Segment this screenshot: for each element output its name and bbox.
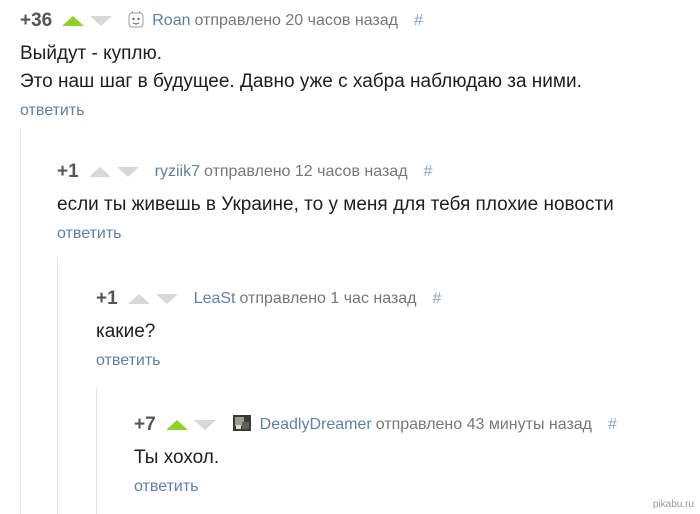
- comment-timestamp: отправлено 12 часов назад: [204, 163, 408, 180]
- comment-author[interactable]: Roan: [152, 12, 190, 30]
- comment-score: +36: [20, 10, 53, 31]
- downvote-arrow-icon[interactable]: [193, 420, 216, 430]
- comment-header: +7 DeadlyDreamer отправлено 43 минуты на…: [134, 412, 617, 438]
- downvote-arrow-icon[interactable]: [116, 167, 139, 177]
- comment-body: какие?: [96, 318, 441, 346]
- comment-score: +7: [134, 414, 156, 435]
- comment-score: +1: [57, 161, 79, 182]
- thread-line: [57, 258, 58, 514]
- comment-score: +1: [96, 288, 118, 309]
- comment-header: +1 ryziik7 отправлено 12 часов назад #: [57, 159, 614, 185]
- downvote-arrow-icon[interactable]: [155, 294, 178, 304]
- comment: +1 LeaSt отправлено 1 час назад # какие?…: [96, 286, 441, 370]
- comment-timestamp: отправлено 1 час назад: [239, 290, 417, 307]
- comment-author[interactable]: ryziik7: [155, 163, 200, 181]
- comment: +36 Roan отправлено 20 часов назад # Вый…: [20, 8, 582, 120]
- avatar: [232, 414, 252, 437]
- comment-header: +1 LeaSt отправлено 1 час назад #: [96, 286, 441, 312]
- comment-timestamp: отправлено 20 часов назад: [194, 12, 398, 29]
- watermark: pikabu.ru: [652, 499, 694, 510]
- comment-permalink[interactable]: #: [424, 163, 433, 181]
- thread-line: [20, 128, 21, 514]
- comment: +7 DeadlyDreamer отправлено 43 минуты на…: [134, 412, 617, 496]
- upvote-arrow-icon[interactable]: [127, 294, 150, 304]
- reply-link[interactable]: ответить: [96, 352, 441, 370]
- comment-author[interactable]: DeadlyDreamer: [260, 416, 372, 434]
- comment-text-line: какие?: [96, 321, 156, 342]
- thread-line: [96, 388, 97, 514]
- upvote-arrow-icon[interactable]: [165, 420, 188, 430]
- comment-text-line: если ты живешь в Украине, то у меня для …: [57, 194, 614, 215]
- comment-permalink[interactable]: #: [608, 416, 617, 434]
- comment-permalink[interactable]: #: [433, 290, 442, 308]
- comment-text-line: Это наш шаг в будущее. Давно уже с хабра…: [20, 71, 582, 92]
- comment-author[interactable]: LeaSt: [194, 290, 236, 308]
- comment-text-line: Ты хохол.: [134, 447, 220, 468]
- comment-body: Выйдут - куплю. Это наш шаг в будущее. Д…: [20, 40, 582, 96]
- reply-link[interactable]: ответить: [57, 225, 614, 243]
- comment-text-line: Выйдут - куплю.: [20, 43, 163, 64]
- comment-body: Ты хохол.: [134, 444, 617, 472]
- reply-link[interactable]: ответить: [20, 102, 582, 120]
- comment-header: +36 Roan отправлено 20 часов назад #: [20, 8, 582, 34]
- avatar: [128, 10, 144, 33]
- downvote-arrow-icon[interactable]: [90, 16, 113, 26]
- upvote-arrow-icon[interactable]: [62, 16, 85, 26]
- reply-link[interactable]: ответить: [134, 478, 617, 496]
- comment: +1 ryziik7 отправлено 12 часов назад # е…: [57, 159, 614, 243]
- comment-body: если ты живешь в Украине, то у меня для …: [57, 191, 614, 219]
- comment-timestamp: отправлено 43 минуты назад: [375, 416, 593, 433]
- upvote-arrow-icon[interactable]: [88, 167, 111, 177]
- comment-permalink[interactable]: #: [414, 12, 423, 30]
